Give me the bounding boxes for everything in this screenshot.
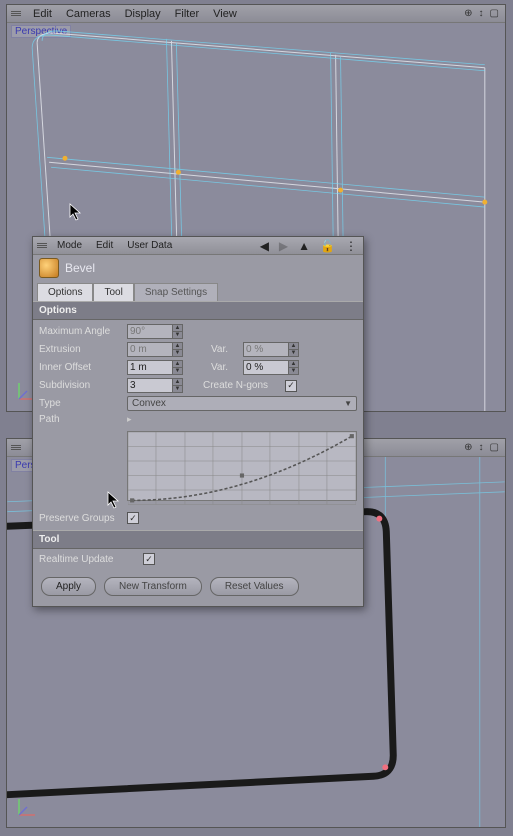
menu-display[interactable]: Display xyxy=(119,8,167,20)
menu-cameras[interactable]: Cameras xyxy=(60,8,117,20)
checkbox-realtime[interactable]: ✓ xyxy=(143,553,155,565)
input-max-angle[interactable]: ▲▼ xyxy=(127,324,183,339)
drag-handle-icon[interactable] xyxy=(11,445,21,450)
label-extrusion-var: Var. xyxy=(211,344,239,355)
path-arrow-icon: ▸ xyxy=(127,414,132,425)
tool-title-row: Bevel xyxy=(33,255,363,281)
label-max-angle: Maximum Angle xyxy=(39,326,123,337)
input-inner-var[interactable]: ▲▼ xyxy=(243,360,299,375)
bevel-dialog: Mode Edit User Data ◀ ▶ ▲ 🔓 ⋮ Bevel Opti… xyxy=(32,236,364,607)
nav-max-icon[interactable]: ▢ xyxy=(488,442,501,453)
input-inner-offset[interactable]: ▲▼ xyxy=(127,360,183,375)
drag-handle-icon[interactable] xyxy=(37,243,47,248)
label-subdivision: Subdivision xyxy=(39,380,123,391)
checkbox-ngons[interactable]: ✓ xyxy=(285,380,297,392)
apply-button[interactable]: Apply xyxy=(41,577,96,596)
label-inner-offset: Inner Offset xyxy=(39,362,123,373)
menu-edit[interactable]: Edit xyxy=(27,8,58,20)
nav-up-icon[interactable]: ⊕ xyxy=(462,442,474,453)
bevel-tool-icon xyxy=(39,258,59,278)
dialog-header[interactable]: Mode Edit User Data ◀ ▶ ▲ 🔓 ⋮ xyxy=(33,237,363,255)
dialog-menu-edit[interactable]: Edit xyxy=(92,240,117,251)
menu-filter[interactable]: Filter xyxy=(169,8,205,20)
viewport-menubar: Edit Cameras Display Filter View ⊕ ↕ ▢ xyxy=(7,5,505,23)
input-extrusion-var[interactable]: ▲▼ xyxy=(243,342,299,357)
label-preserve-groups: Preserve Groups xyxy=(39,513,123,524)
nav-up-icon[interactable]: ⊕ xyxy=(462,8,474,19)
input-extrusion[interactable]: ▲▼ xyxy=(127,342,183,357)
nav-down-icon[interactable]: ↕ xyxy=(477,442,486,453)
nav-back-icon[interactable]: ◀ xyxy=(258,239,271,253)
select-type[interactable]: Convex▼ xyxy=(127,396,357,411)
label-path: Path xyxy=(39,414,123,425)
nav-down-icon[interactable]: ↕ xyxy=(477,8,486,19)
new-transform-button[interactable]: New Transform xyxy=(104,577,202,596)
menu-view[interactable]: View xyxy=(207,8,243,20)
dialog-tabs: Options Tool Snap Settings xyxy=(33,283,363,301)
label-realtime: Realtime Update xyxy=(39,554,139,565)
drag-handle-icon[interactable] xyxy=(11,11,21,16)
checkbox-preserve-groups[interactable]: ✓ xyxy=(127,512,139,524)
dialog-menu-mode[interactable]: Mode xyxy=(53,240,86,251)
label-type: Type xyxy=(39,398,123,409)
reset-values-button[interactable]: Reset Values xyxy=(210,577,299,596)
tab-options[interactable]: Options xyxy=(37,283,93,301)
lock-icon[interactable]: 🔓 xyxy=(318,239,337,253)
section-options: Options xyxy=(33,301,363,320)
label-extrusion: Extrusion xyxy=(39,344,123,355)
chevron-down-icon: ▼ xyxy=(344,399,352,408)
tab-tool[interactable]: Tool xyxy=(93,283,133,301)
curve-editor[interactable] xyxy=(127,431,357,501)
tab-snap[interactable]: Snap Settings xyxy=(134,283,218,301)
label-inner-var: Var. xyxy=(211,362,239,373)
input-subdivision[interactable]: ▲▼ xyxy=(127,378,183,393)
dialog-menu-userdata[interactable]: User Data xyxy=(123,240,176,251)
menu-icon[interactable]: ⋮ xyxy=(343,239,359,253)
tool-name: Bevel xyxy=(65,261,95,275)
section-tool: Tool xyxy=(33,530,363,549)
axis-gizmo-icon xyxy=(13,793,41,821)
label-ngons: Create N-gons xyxy=(203,380,281,391)
nav-up-icon[interactable]: ▲ xyxy=(296,239,312,253)
nav-fwd-icon[interactable]: ▶ xyxy=(277,239,290,253)
nav-max-icon[interactable]: ▢ xyxy=(488,8,501,19)
